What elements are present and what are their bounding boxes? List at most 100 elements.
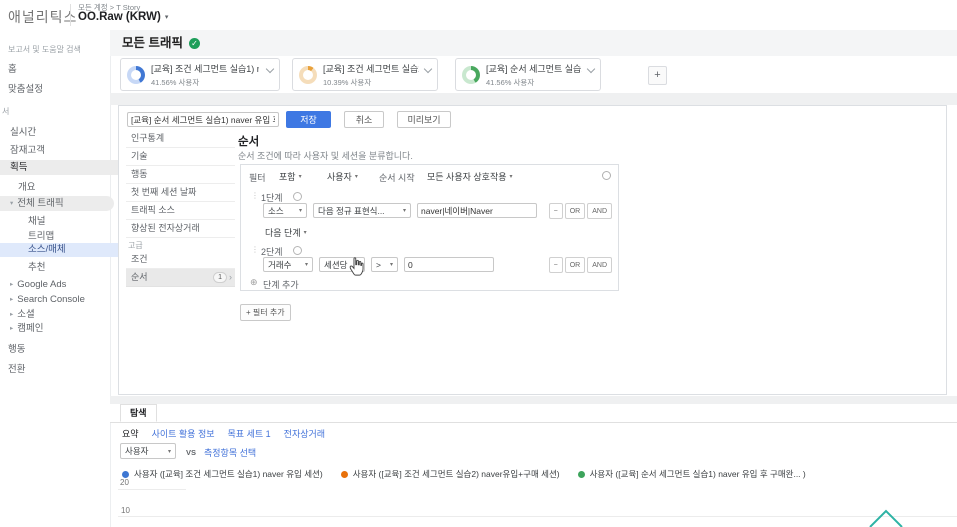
sidebar-item-audience[interactable]: 잠재고객 bbox=[10, 143, 45, 158]
explorer-subtabs: 요약 사이트 활용 정보 목표 세트 1 전자상거래 bbox=[122, 427, 325, 440]
and-button[interactable]: AND bbox=[587, 203, 612, 219]
dropdown-value: 포함 bbox=[279, 172, 296, 182]
step-options-icon[interactable] bbox=[293, 246, 302, 255]
sidebar-item-conversions[interactable]: 전환 bbox=[8, 362, 25, 377]
sidebar-item-campaigns[interactable]: ▸ 캠페인 bbox=[10, 321, 44, 336]
sidebar-item-treemaps[interactable]: 트리맵 bbox=[28, 229, 54, 244]
next-step-dropdown[interactable]: 다음 단계 ▾ bbox=[265, 226, 307, 239]
segment-stat: 41.56% 사용자 bbox=[151, 77, 200, 87]
caret-down-icon: ▾ bbox=[164, 14, 169, 21]
sidebar-item-channels[interactable]: 채널 bbox=[28, 214, 45, 229]
sidebar-item-google-ads[interactable]: ▸ Google Ads bbox=[10, 277, 66, 292]
legend-label: 사용자 ([교육] 순서 세그먼트 실습1) naver 유입 후 구매완...… bbox=[589, 469, 806, 479]
dropdown-value: > bbox=[376, 259, 381, 270]
cancel-button[interactable]: 취소 bbox=[344, 111, 384, 128]
legend-label: 사용자 ([교육] 조건 세그먼트 실습2) naver유입+구매 세션) bbox=[352, 469, 560, 479]
category-traffic-sources[interactable]: 트래픽 소스 bbox=[126, 202, 235, 220]
category-sequences[interactable]: 순서 1 › bbox=[126, 269, 235, 287]
category-technology[interactable]: 기술 bbox=[126, 148, 235, 166]
and-button[interactable]: AND bbox=[587, 257, 612, 273]
chevron-right-icon: › bbox=[229, 272, 232, 282]
segment-info: [교육] 조건 세그먼트 실습1) naver 유... 41.56% 사용자 bbox=[151, 62, 261, 88]
category-conditions[interactable]: 조건 bbox=[126, 251, 235, 269]
line-chart-spike bbox=[869, 509, 903, 527]
dropdown-value: 사용자 bbox=[327, 172, 352, 182]
remove-condition-button[interactable]: − bbox=[548, 203, 563, 219]
mouse-cursor bbox=[349, 257, 364, 276]
tab-explorer[interactable]: 탐색 bbox=[120, 404, 157, 422]
category-demographics[interactable]: 인구통계 bbox=[126, 130, 235, 148]
drag-handle-icon[interactable]: ⋮ bbox=[251, 191, 259, 200]
sequence-start-dropdown[interactable]: 모든 사용자 상호작용 ▾ bbox=[427, 170, 513, 183]
or-button[interactable]: OR bbox=[564, 257, 586, 273]
dropdown-value: 다음 정규 표현식... bbox=[318, 205, 385, 216]
donut-hole bbox=[303, 69, 313, 80]
select-metric-link[interactable]: 측정항목 선택 bbox=[204, 446, 256, 459]
category-first-session-date[interactable]: 첫 번째 세션 날짜 bbox=[126, 184, 235, 202]
gear-icon[interactable] bbox=[602, 171, 611, 180]
sidebar-item-social[interactable]: ▸ 소셜 bbox=[10, 307, 35, 322]
sidebar-item-referrals[interactable]: 추천 bbox=[28, 260, 45, 275]
chevron-down-icon[interactable] bbox=[586, 64, 596, 74]
sidebar-item-behavior[interactable]: 행동 bbox=[8, 342, 25, 357]
sidebar-item-overview[interactable]: 개요 bbox=[18, 180, 35, 195]
sidebar-item-customization[interactable]: 맞춤설정 bbox=[8, 82, 43, 97]
subtab-summary[interactable]: 요약 bbox=[122, 427, 139, 440]
add-filter-button[interactable]: + 필터 추가 bbox=[240, 304, 291, 321]
add-step-button[interactable]: 단계 추가 bbox=[263, 278, 299, 291]
drag-handle-icon[interactable]: ⋮ bbox=[251, 245, 259, 254]
segment-card[interactable]: [교육] 조건 세그먼트 실습2) naver유입... 10.39% 사용자 bbox=[292, 58, 438, 91]
account-selector[interactable]: OO.Raw (KRW) ▾ bbox=[78, 11, 168, 23]
analytics-app: 애널리틱스 모든 계정 > T Story OO.Raw (KRW) ▾ 보고서… bbox=[0, 0, 957, 527]
sidebar-item-all-traffic[interactable]: ▾ 전체 트래픽 bbox=[0, 196, 114, 211]
sidebar-item-search-console[interactable]: ▸ Search Console bbox=[10, 292, 85, 307]
expand-right-icon: ▸ bbox=[10, 311, 14, 318]
sidebar-item-label: 전체 트래픽 bbox=[17, 198, 64, 209]
chart-legend: 사용자 ([교육] 조건 세그먼트 실습1) naver 유입 세션) 사용자 … bbox=[122, 468, 806, 480]
donut-hole bbox=[466, 69, 476, 80]
step-options-icon[interactable] bbox=[293, 192, 302, 201]
gridline bbox=[118, 489, 186, 490]
include-dropdown[interactable]: 포함 ▾ bbox=[279, 170, 302, 183]
report-search-input[interactable]: 보고서 및 도움말 검색 bbox=[8, 44, 81, 55]
dropdown-value: 사용자 bbox=[125, 446, 149, 456]
step1-operator-dropdown[interactable]: 다음 정규 표현식... ▾ bbox=[313, 203, 411, 218]
segment-name: [교육] 조건 세그먼트 실습1) naver 유... bbox=[151, 63, 259, 74]
step2-value-input[interactable] bbox=[404, 257, 494, 272]
chevron-down-icon[interactable] bbox=[265, 64, 275, 74]
chevron-down-icon[interactable] bbox=[423, 64, 433, 74]
add-segment-button[interactable]: + bbox=[648, 66, 667, 85]
segment-donut-chart bbox=[127, 65, 145, 84]
add-circle-icon: ⊕ bbox=[250, 277, 258, 287]
subtab-goal-set-1[interactable]: 목표 세트 1 bbox=[228, 427, 271, 440]
sidebar-item-source-medium[interactable]: 소스/매체 bbox=[0, 243, 128, 257]
preview-button[interactable]: 미리보기 bbox=[397, 111, 451, 128]
step2-metric-dropdown[interactable]: 거래수 ▾ bbox=[263, 257, 313, 272]
step2-comparator-dropdown[interactable]: > ▾ bbox=[371, 257, 398, 272]
donut-hole bbox=[131, 69, 141, 80]
segment-card[interactable]: [교육] 순서 세그먼트 실습1) naver 유... 41.56% 사용자 bbox=[455, 58, 601, 91]
caret-down-icon: ▾ bbox=[304, 262, 308, 268]
save-button[interactable]: 저장 bbox=[286, 111, 331, 128]
step1-dimension-dropdown[interactable]: 소스 ▾ bbox=[263, 203, 307, 218]
legend-dot-icon bbox=[122, 470, 129, 478]
sidebar-item-realtime[interactable]: 실시간 bbox=[10, 125, 36, 140]
category-enhanced-ecommerce[interactable]: 향상된 전자상거래 bbox=[126, 220, 235, 238]
or-button[interactable]: OR bbox=[564, 203, 586, 219]
scope-dropdown[interactable]: 사용자 ▾ bbox=[327, 170, 358, 183]
subtab-ecommerce[interactable]: 전자상거래 bbox=[284, 427, 325, 440]
category-behavior[interactable]: 행동 bbox=[126, 166, 235, 184]
account-name: OO.Raw (KRW) bbox=[78, 11, 161, 23]
sequence-filter-card: 필터 포함 ▾ 사용자 ▾ 순서 시작 모든 사용자 상호작용 ▾ ⋮ 1단계 소스 ▾… bbox=[240, 164, 619, 291]
expand-right-icon: ▸ bbox=[10, 296, 14, 303]
step1-value-input[interactable] bbox=[417, 203, 537, 218]
app-logo[interactable]: 애널리틱스 bbox=[8, 7, 77, 27]
segment-name-input[interactable] bbox=[127, 112, 279, 127]
sidebar-item-acquisition[interactable]: 획득 bbox=[0, 160, 120, 175]
sidebar-item-home[interactable]: 홈 bbox=[8, 62, 17, 77]
sequence-start-label: 순서 시작 bbox=[379, 173, 415, 183]
remove-condition-button[interactable]: − bbox=[548, 257, 563, 273]
subtab-site-usage[interactable]: 사이트 활용 정보 bbox=[152, 427, 215, 440]
segment-card[interactable]: [교육] 조건 세그먼트 실습1) naver 유... 41.56% 사용자 bbox=[120, 58, 280, 91]
metric-dropdown[interactable]: 사용자 ▾ bbox=[120, 443, 176, 459]
